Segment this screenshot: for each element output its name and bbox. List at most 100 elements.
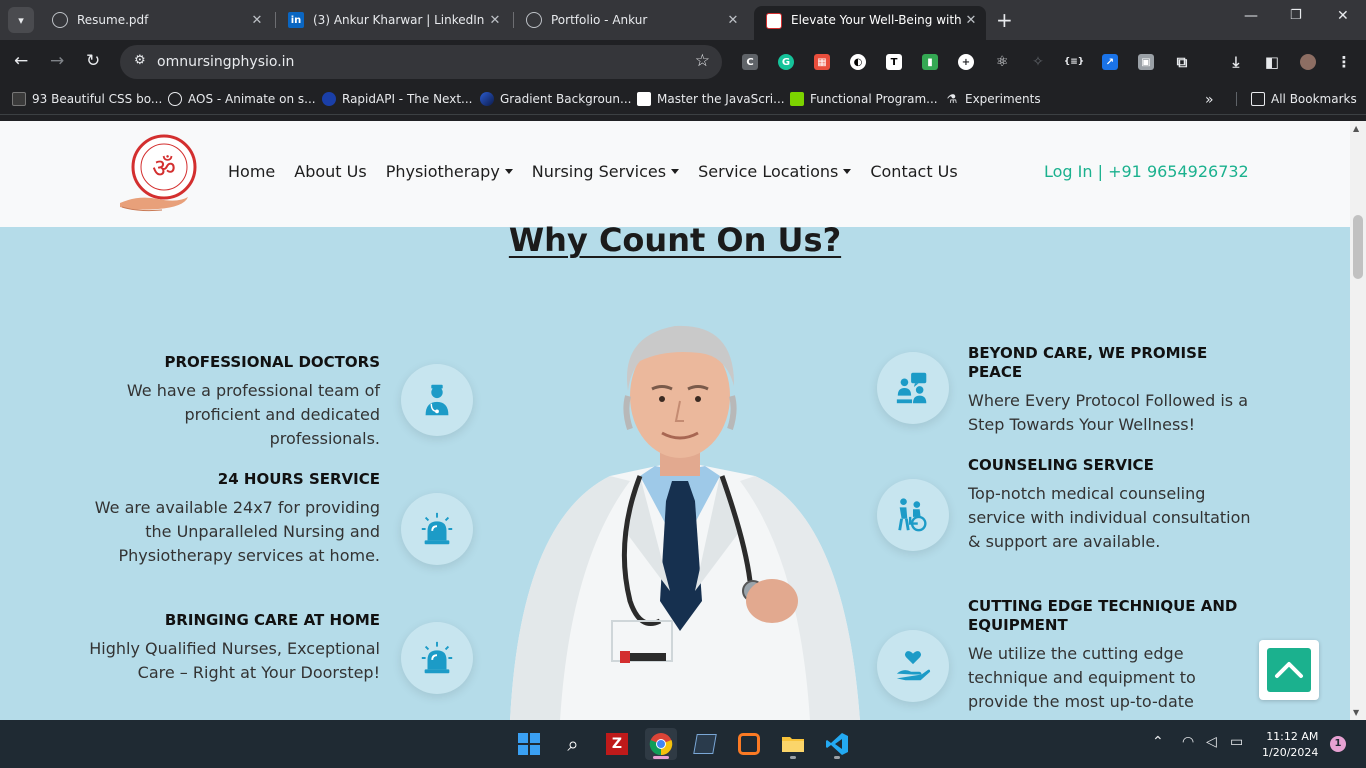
extension-icon[interactable]: ◐	[850, 54, 866, 70]
profile-avatar[interactable]	[1300, 54, 1316, 70]
forward-icon[interactable]: →	[50, 51, 64, 71]
close-tab-icon[interactable]: ✕	[962, 13, 980, 28]
close-tab-icon[interactable]: ✕	[724, 13, 742, 28]
tab-strip: ▾ Resume.pdf ✕ in (3) Ankur Kharwar | Li…	[0, 0, 1366, 40]
flask-icon: ⚗	[946, 92, 958, 106]
chevron-up-icon	[1267, 648, 1311, 692]
chrome-icon[interactable]	[645, 728, 677, 760]
nav-nursing-services-dropdown[interactable]: Nursing Services	[532, 162, 679, 181]
bookmark-item[interactable]: AOS - Animate on s...	[168, 92, 316, 106]
file-explorer-icon[interactable]	[777, 728, 809, 760]
section-title-text: Why Count On Us?	[508, 221, 842, 259]
windows-taskbar: ⌕ Z ⌃ ◠ ◁ ▭ 11:12 AM 1/20/2024 1	[0, 720, 1366, 768]
wheelchair-icon	[877, 479, 949, 551]
scroll-up-icon[interactable]: ▲	[1353, 124, 1359, 133]
tab-omnursing[interactable]: Elevate Your Well-Being with Om ✕	[754, 6, 986, 40]
feature-text: We utilize the cutting edge technique an…	[968, 644, 1196, 711]
feature-counseling-service: COUNSELING SERVICE Top-notch medical cou…	[968, 456, 1258, 554]
site-logo-icon	[766, 13, 782, 29]
scroll-down-icon[interactable]: ▼	[1353, 708, 1359, 717]
bookmark-item[interactable]: Functional Program...	[790, 92, 938, 106]
nav-about-us[interactable]: About Us	[294, 162, 366, 181]
more-bookmarks-icon[interactable]: »	[1205, 92, 1214, 108]
azure-data-studio-icon[interactable]	[689, 728, 721, 760]
menu-kebab-icon[interactable]: ⋮	[1336, 53, 1352, 71]
section-title: Why Count On Us?	[0, 221, 1350, 259]
filezilla-icon[interactable]: Z	[601, 728, 633, 760]
download-icon[interactable]: ⤓	[1228, 53, 1244, 71]
notification-badge[interactable]: 1	[1330, 736, 1346, 752]
restore-icon[interactable]: ❐	[1290, 8, 1302, 23]
bookmark-label: Master the JavaScri...	[657, 92, 785, 106]
vscode-icon[interactable]	[821, 728, 853, 760]
page-scrollbar[interactable]: ▲ ▼	[1350, 121, 1366, 720]
bookmark-item[interactable]: ⚗ Experiments	[945, 92, 1041, 106]
grammarly-icon[interactable]: G	[778, 54, 794, 70]
address-bar[interactable]: ⚙ omnursingphysio.in ☆	[120, 45, 722, 79]
extension-icon[interactable]: ▦	[814, 54, 830, 70]
bookmark-favicon-icon	[637, 92, 651, 106]
bookmark-label: RapidAPI - The Next...	[342, 92, 473, 106]
close-window-icon[interactable]: ✕	[1337, 8, 1349, 24]
close-tab-icon[interactable]: ✕	[486, 13, 504, 28]
bookmark-favicon-icon	[790, 92, 804, 106]
feature-text: Highly Qualified Nurses, Exceptional Car…	[89, 639, 380, 682]
tab-resume[interactable]: Resume.pdf ✕	[40, 6, 272, 34]
tab-linkedin[interactable]: in (3) Ankur Kharwar | LinkedIn ✕	[276, 6, 510, 34]
scrollbar-thumb[interactable]	[1353, 215, 1363, 279]
extensions-puzzle-icon[interactable]: ⧉	[1174, 53, 1190, 71]
bookmark-label: Experiments	[965, 92, 1041, 106]
svg-text:ॐ: ॐ	[152, 154, 176, 184]
extension-icon[interactable]: T	[886, 54, 902, 70]
feature-title: PROFESSIONAL DOCTORS	[164, 353, 380, 371]
tab-search-button[interactable]: ▾	[8, 7, 34, 33]
minimize-icon[interactable]: —	[1244, 8, 1258, 24]
gradient-icon	[480, 92, 494, 106]
tab-portfolio[interactable]: Portfolio - Ankur ✕	[514, 6, 748, 34]
clock-date: 1/20/2024	[1262, 746, 1319, 759]
feature-professional-doctors: PROFESSIONAL DOCTORS We have a professio…	[80, 353, 380, 451]
bookmark-item[interactable]: Gradient Backgroun...	[480, 92, 631, 106]
globe-icon	[52, 12, 68, 28]
extension-icon[interactable]: {≡}	[1064, 54, 1084, 70]
battery-icon[interactable]: ▭	[1230, 734, 1243, 750]
nav-service-locations-dropdown[interactable]: Service Locations	[698, 162, 851, 181]
bookmark-item[interactable]: RapidAPI - The Next...	[322, 92, 472, 106]
nav-physiotherapy-dropdown[interactable]: Physiotherapy	[386, 162, 513, 181]
nav-home[interactable]: Home	[228, 162, 275, 181]
wifi-icon[interactable]: ◠	[1182, 734, 1194, 750]
volume-icon[interactable]: ◁	[1206, 734, 1217, 750]
search-icon[interactable]: ⌕	[557, 728, 589, 760]
tab-title: Elevate Your Well-Being with Om	[791, 13, 962, 27]
site-navbar: ॐ Home About Us Physiotherapy Nursing Se…	[0, 121, 1350, 227]
back-icon[interactable]: ←	[14, 51, 28, 71]
xampp-icon[interactable]	[733, 728, 765, 760]
extension-icon[interactable]: ▣	[1138, 54, 1154, 70]
chevron-up-icon[interactable]: ⌃	[1152, 734, 1164, 750]
system-clock[interactable]: 11:12 AM 1/20/2024	[1262, 729, 1318, 761]
new-tab-button[interactable]: +	[996, 8, 1013, 32]
side-panel-icon[interactable]: ◧	[1264, 53, 1280, 71]
login-phone-link[interactable]: Log In | +91 9654926732	[1044, 162, 1249, 181]
reload-icon[interactable]: ↻	[86, 51, 100, 71]
site-info-icon[interactable]: ⚙	[134, 53, 146, 68]
nav-contact-us[interactable]: Contact Us	[870, 162, 957, 181]
scroll-to-top-button[interactable]	[1259, 640, 1319, 700]
feature-title: BEYOND CARE, WE PROMISE PEACE	[968, 344, 1208, 381]
windows-start-icon[interactable]	[513, 728, 545, 760]
all-bookmarks-button[interactable]: All Bookmarks	[1236, 92, 1357, 106]
close-tab-icon[interactable]: ✕	[248, 13, 266, 28]
extension-icon[interactable]: ↗	[1102, 54, 1118, 70]
extension-icon[interactable]: +	[958, 54, 974, 70]
bookmark-star-icon[interactable]: ☆	[695, 51, 710, 71]
extension-icon[interactable]: C	[742, 54, 758, 70]
react-devtools-icon[interactable]: ⚛	[994, 54, 1010, 70]
bookmark-item[interactable]: 93 Beautiful CSS bo...	[12, 92, 162, 106]
bookmark-item[interactable]: Master the JavaScri...	[637, 92, 785, 106]
bookmark-label: AOS - Animate on s...	[188, 92, 316, 106]
extension-icon[interactable]: ✧	[1030, 54, 1046, 70]
extension-icon[interactable]: ▮	[922, 54, 938, 70]
site-logo[interactable]: ॐ	[118, 133, 198, 215]
tab-title: (3) Ankur Kharwar | LinkedIn	[313, 13, 485, 27]
feature-text: Top-notch medical counseling service wit…	[968, 484, 1251, 551]
